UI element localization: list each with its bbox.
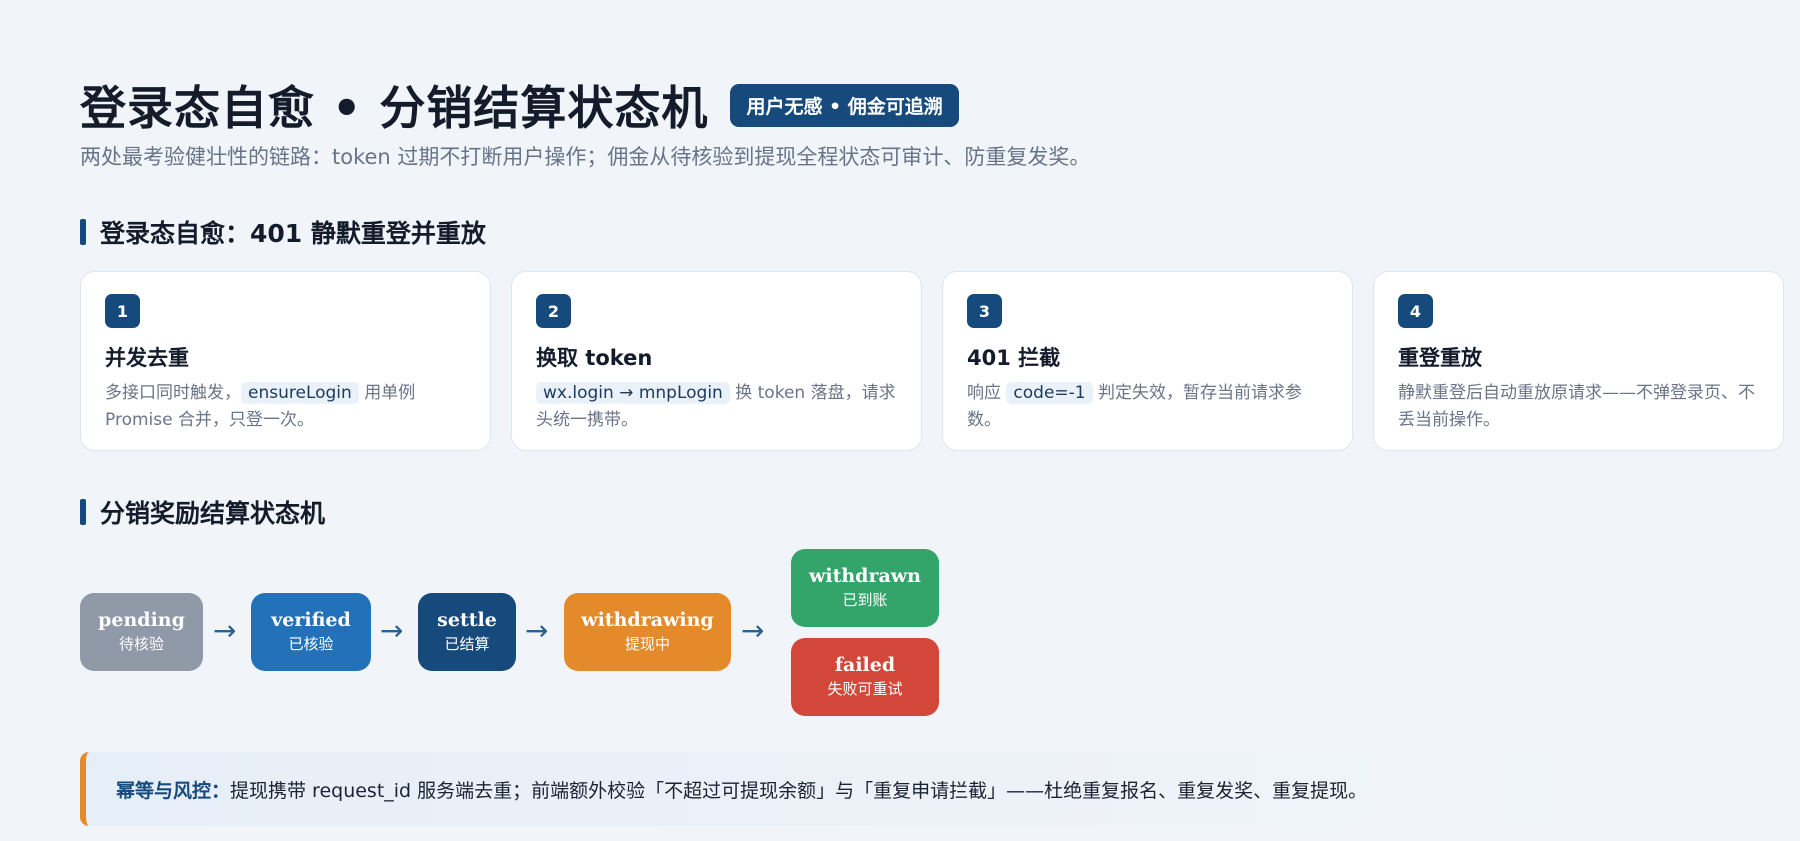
step-description: 响应 code=-1 判定失效，暂存当前请求参数。 xyxy=(967,380,1328,434)
login-steps: 1 并发去重 多接口同时触发， ensureLogin 用单例 Promise 合… xyxy=(80,271,1784,451)
step-description: 多接口同时触发， ensureLogin 用单例 Promise 合并，只登一次。 xyxy=(105,380,466,434)
step-desc-text: 静默重登后自动重放原请求——不弹登录页、不丢当前操作。 xyxy=(1398,383,1755,430)
arrow-icon: → xyxy=(380,614,404,647)
state-name: verified xyxy=(271,609,351,631)
title-row: 登录态自愈 • 分销结算状态机 用户无感 • 佣金可追溯 xyxy=(80,72,959,138)
risk-callout: 幂等与风控： 提现携带 request_id 服务端去重；前端额外校验「不超过可提… xyxy=(80,752,1598,826)
state-label: 已结算 xyxy=(444,635,490,653)
arrow-icon: → xyxy=(213,614,237,647)
state-node-pending: pending 待核验 xyxy=(80,593,203,671)
section-accent-bar xyxy=(80,499,86,525)
step-desc-text: 多接口同时触发， xyxy=(105,383,241,403)
arrow-icon: → xyxy=(525,614,549,647)
state-node-failed: failed 失败可重试 xyxy=(791,638,939,716)
section-login-title: 登录态自愈：401 静默重登并重放 xyxy=(100,219,486,248)
state-label: 已到账 xyxy=(842,591,888,609)
section-state-header: 分销奖励结算状态机 xyxy=(80,494,325,530)
step-number-badge: 1 xyxy=(105,294,140,328)
state-label: 待核验 xyxy=(118,635,164,653)
state-label: 已核验 xyxy=(288,635,334,653)
arrow-icon: → xyxy=(741,614,765,647)
state-label: 失败可重试 xyxy=(827,680,903,698)
step-title: 401 拦截 xyxy=(967,346,1061,370)
state-node-withdrawn: withdrawn 已到账 xyxy=(791,549,939,627)
step-description: wx.login → mnpLogin 换 token 落盘，请求头统一携带。 xyxy=(536,380,897,434)
state-name: settle xyxy=(437,609,497,631)
inline-code: ensureLogin xyxy=(241,382,359,404)
page-title: 登录态自愈 • 分销结算状态机 xyxy=(80,81,709,135)
state-name: withdrawn xyxy=(809,565,921,587)
step-number-badge: 2 xyxy=(536,294,571,328)
state-name: failed xyxy=(834,654,896,676)
step-number-badge: 4 xyxy=(1398,294,1433,328)
step-title: 并发去重 xyxy=(105,346,189,370)
step-title: 重登重放 xyxy=(1398,346,1482,370)
page-subtitle: 两处最考验健壮性的链路：token 过期不打断用户操作；佣金从待核验到提现全程状… xyxy=(80,145,1091,169)
state-node-verified: verified 已核验 xyxy=(251,593,371,671)
state-name: withdrawing xyxy=(581,609,714,631)
state-node-withdrawing: withdrawing 提现中 xyxy=(564,593,731,671)
inline-code: code=-1 xyxy=(1006,382,1093,404)
step-card-3: 3 401 拦截 响应 code=-1 判定失效，暂存当前请求参数。 xyxy=(942,271,1353,451)
step-desc-text: 响应 xyxy=(967,383,1007,403)
state-node-settle: settle 已结算 xyxy=(418,593,516,671)
state-name: pending xyxy=(98,609,185,631)
risk-text: 提现携带 request_id 服务端去重；前端额外校验「不超过可提现余额」与「… xyxy=(230,779,1368,802)
state-label: 提现中 xyxy=(624,635,670,653)
title-badge: 用户无感 • 佣金可追溯 xyxy=(730,83,959,127)
step-number-badge: 3 xyxy=(967,294,1002,328)
section-accent-bar xyxy=(80,219,86,245)
step-card-2: 2 换取 token wx.login → mnpLogin 换 token 落… xyxy=(511,271,922,451)
risk-label: 幂等与风控： xyxy=(116,779,231,802)
inline-code: wx.login → mnpLogin xyxy=(536,382,730,404)
step-card-1: 1 并发去重 多接口同时触发， ensureLogin 用单例 Promise 合… xyxy=(80,271,491,451)
step-card-4: 4 重登重放 静默重登后自动重放原请求——不弹登录页、不丢当前操作。 xyxy=(1373,271,1784,451)
step-title: 换取 token xyxy=(536,346,653,370)
section-state-title: 分销奖励结算状态机 xyxy=(100,499,326,528)
section-login-header: 登录态自愈：401 静默重登并重放 xyxy=(80,214,486,250)
step-description: 静默重登后自动重放原请求——不弹登录页、不丢当前操作。 xyxy=(1398,380,1759,434)
